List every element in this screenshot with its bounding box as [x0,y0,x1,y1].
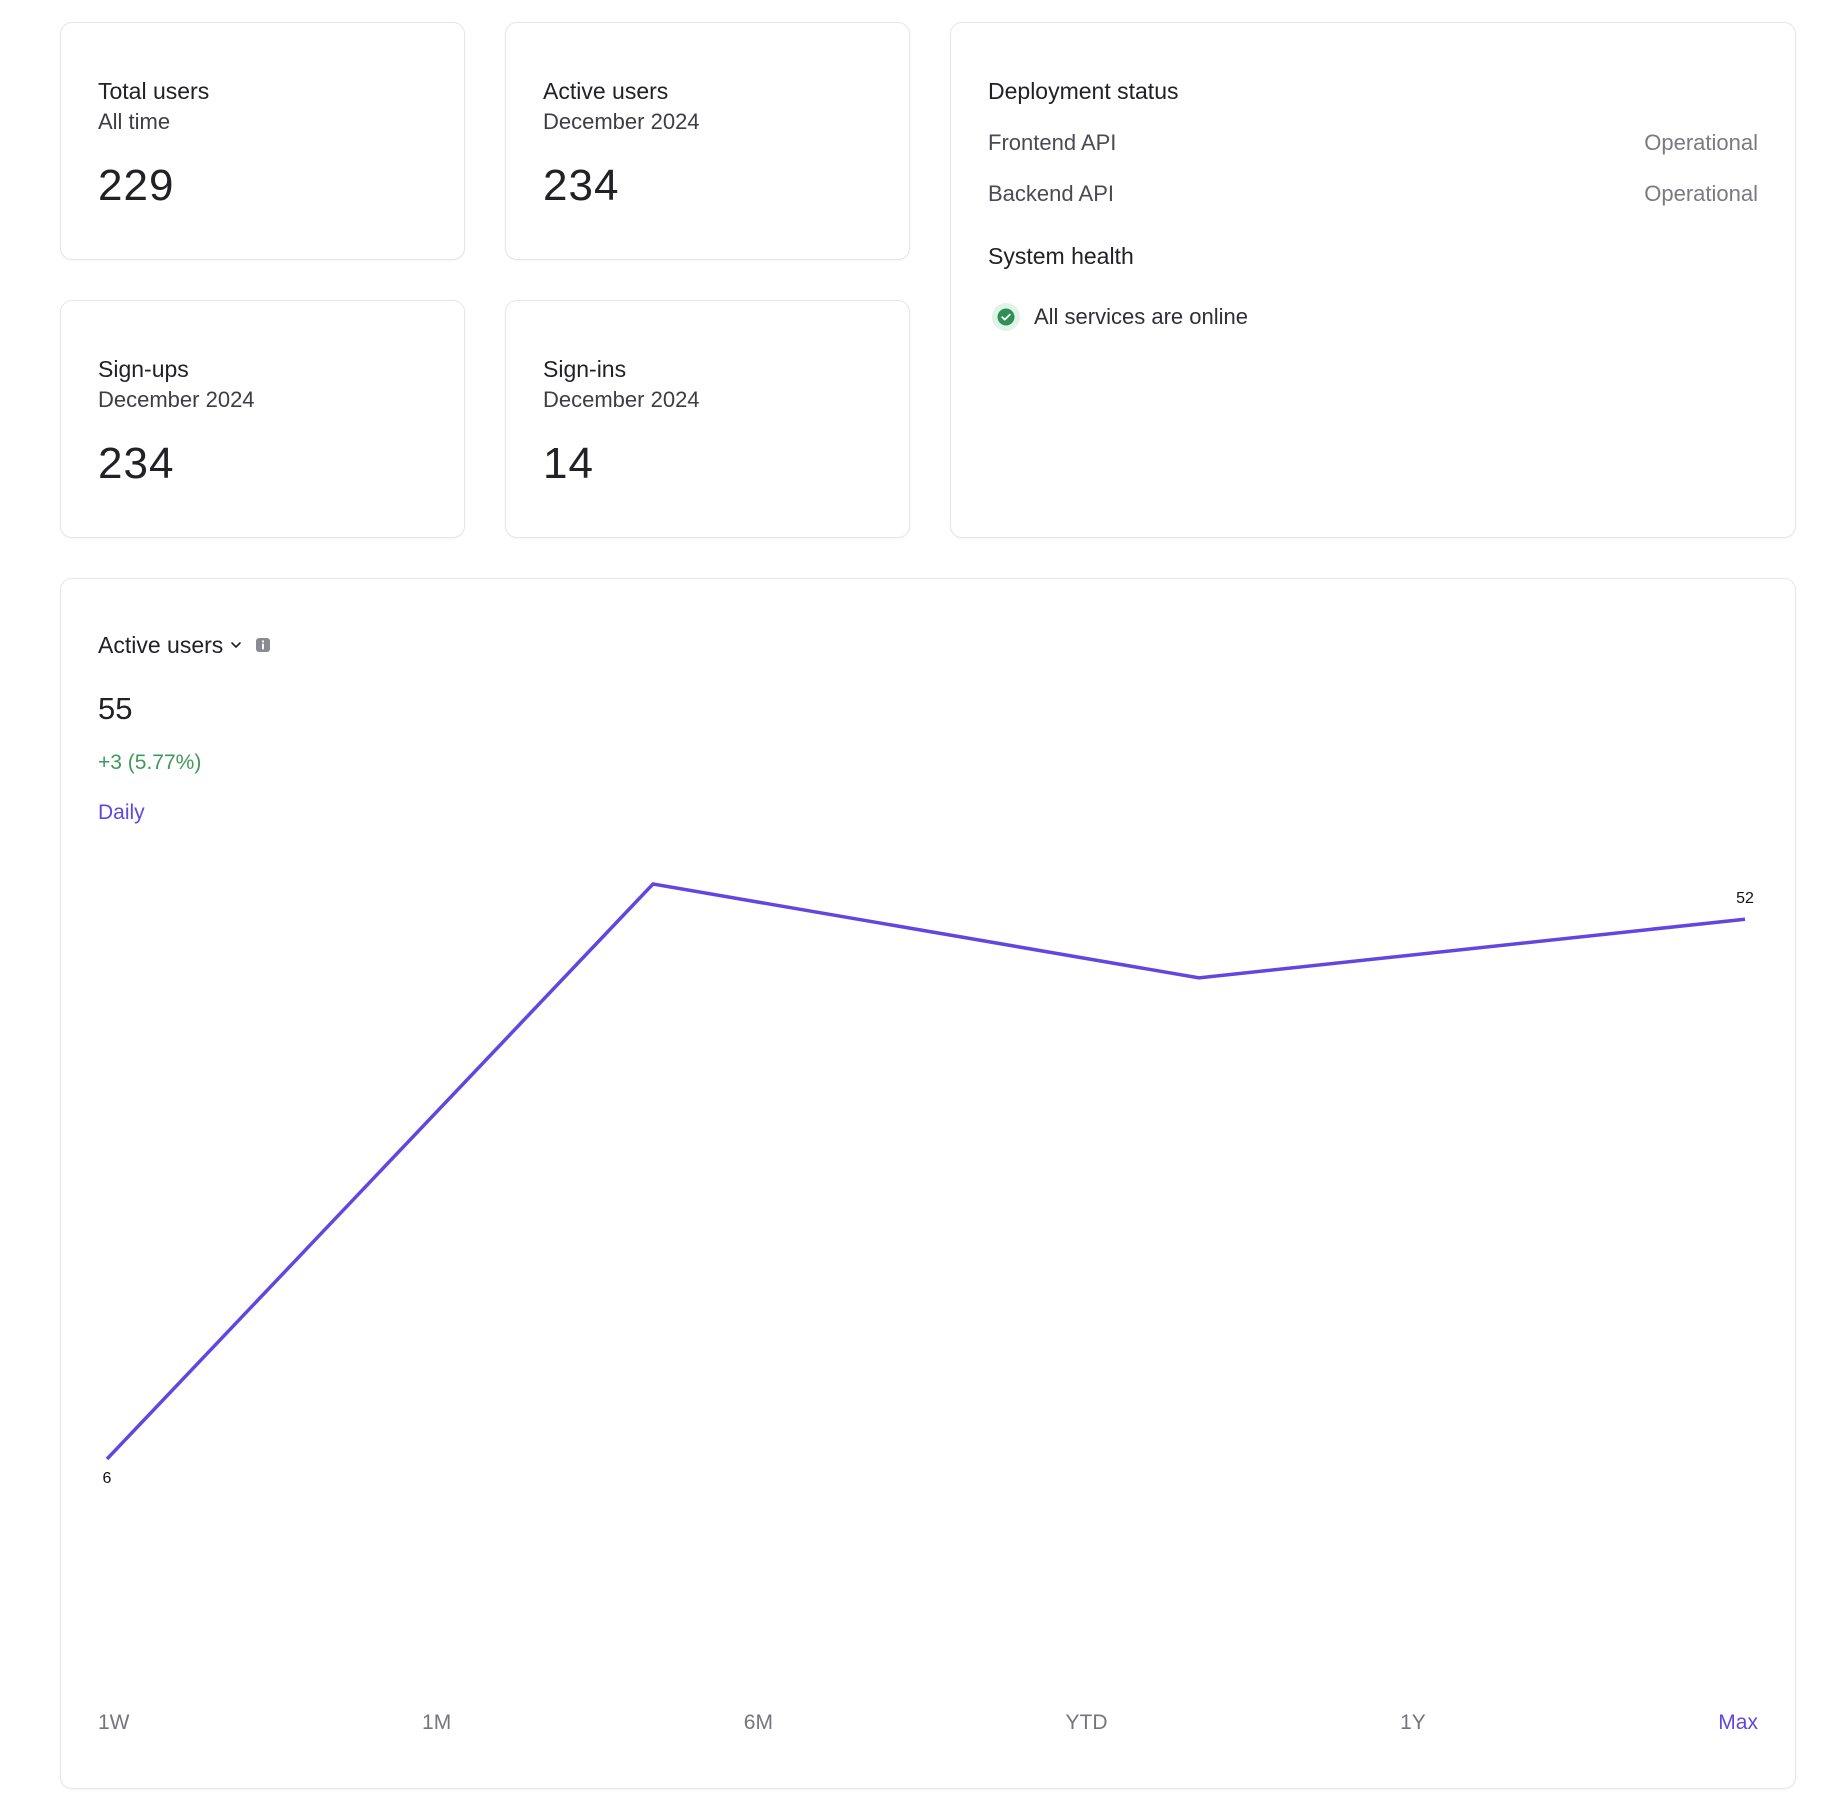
metric-label: Active users [98,632,224,658]
info-icon[interactable] [255,637,271,653]
series-line-active-users [105,882,1746,1461]
range-1y[interactable]: 1Y [1400,1709,1426,1737]
service-status: Operational [1644,181,1758,206]
active-users-chart-card: 6 52 Active users 55 +3 (5.77%) Daily 1W… [60,578,1796,1789]
service-row-backend-api: Backend API Operational [988,179,1758,209]
metric-value: 55 [98,691,133,726]
service-row-frontend-api: Frontend API Operational [988,128,1758,158]
stat-value: 229 [98,161,175,210]
stat-subtitle: December 2024 [543,387,700,412]
chart-header: Active users 55 +3 (5.77%) Daily [98,629,271,827]
active-users-line-chart: 6 52 [103,882,1754,1487]
range-selector: 1W 1M 6M YTD 1Y Max [98,1709,1758,1737]
service-name: Frontend API [988,130,1117,155]
sign-ins-card: Sign-ins December 2024 14 [505,300,910,538]
stat-subtitle: December 2024 [543,109,700,134]
total-users-card: Total users All time 229 [60,22,465,260]
stat-value: 234 [543,161,620,210]
system-health-text: All services are online [1034,304,1248,329]
interval-selector[interactable]: Daily [98,799,145,827]
system-health-status: All services are online [992,303,1758,331]
deployment-status-card: Deployment status Frontend API Operation… [950,22,1796,538]
sign-ups-card: Sign-ups December 2024 234 [60,300,465,538]
stat-title: Sign-ups [98,356,189,382]
service-status: Operational [1644,130,1758,155]
range-1m[interactable]: 1M [422,1709,451,1737]
stat-subtitle: All time [98,109,171,134]
system-health-heading: System health [988,243,1134,269]
stat-value: 234 [98,439,175,488]
data-label: 6 [103,1470,112,1487]
check-circle-icon [992,303,1020,331]
deployment-heading: Deployment status [988,78,1179,104]
stat-subtitle: December 2024 [98,387,255,412]
chevron-down-icon [229,638,243,652]
stat-title: Active users [543,78,669,104]
range-max[interactable]: Max [1718,1709,1758,1737]
stat-title: Sign-ins [543,356,627,382]
metric-change: +3 (5.77%) [98,751,202,774]
range-ytd[interactable]: YTD [1066,1709,1108,1737]
data-label: 52 [1736,890,1754,907]
stat-value: 14 [543,439,594,488]
metric-selector[interactable]: Active users [98,629,271,661]
service-name: Backend API [988,181,1114,206]
active-users-card: Active users December 2024 234 [505,22,910,260]
dashboard: Total users All time 229 Active users De… [0,0,1846,1808]
range-6m[interactable]: 6M [744,1709,773,1737]
stat-title: Total users [98,78,210,104]
range-1w[interactable]: 1W [98,1709,130,1737]
